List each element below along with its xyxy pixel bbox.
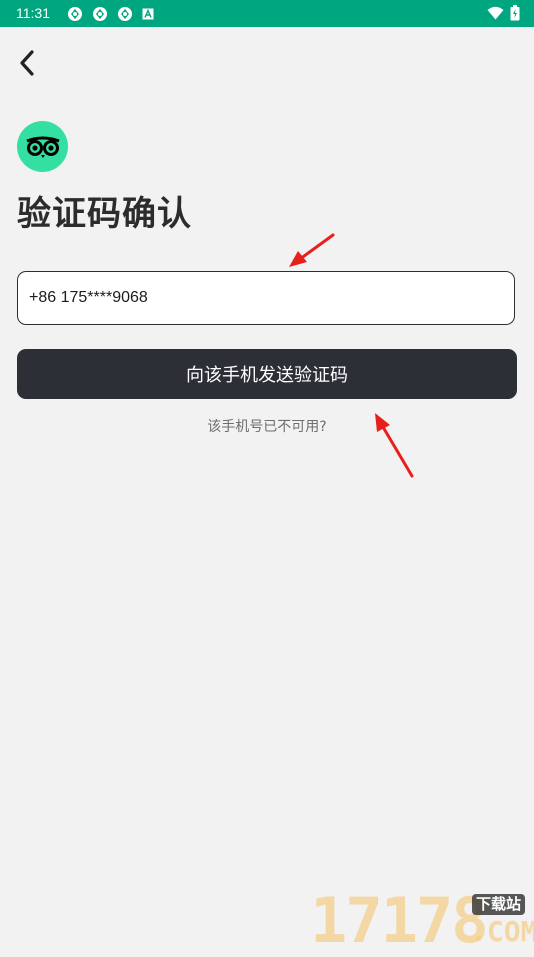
a-badge-icon bbox=[142, 8, 154, 19]
status-bar: 11:31 bbox=[0, 0, 534, 27]
send-code-button[interactable]: 向该手机发送验证码 bbox=[17, 349, 517, 399]
app-logo bbox=[17, 121, 68, 172]
battery-icon bbox=[510, 5, 520, 21]
phone-number-value: +86 175****9068 bbox=[29, 289, 148, 306]
back-button[interactable] bbox=[10, 46, 44, 80]
watermark-suffix: .COM bbox=[470, 915, 534, 948]
status-notification-icons bbox=[67, 6, 154, 21]
owl-eyes-icon bbox=[25, 136, 60, 158]
phone-number-field[interactable]: +86 175****9068 bbox=[17, 271, 515, 325]
status-time: 11:31 bbox=[16, 5, 50, 21]
phone-unavailable-link[interactable]: 该手机号已不可用? bbox=[0, 416, 534, 438]
sync-icon bbox=[68, 6, 82, 21]
sync-icon bbox=[118, 6, 132, 21]
annotation-arrows bbox=[289, 233, 414, 478]
site-watermark: 17178 下载站 .COM bbox=[310, 884, 534, 957]
status-system-icons bbox=[487, 5, 520, 21]
wifi-icon bbox=[487, 6, 504, 20]
watermark-number: 17178 bbox=[310, 884, 489, 957]
sync-icon bbox=[93, 6, 107, 21]
watermark-tag: 下载站 bbox=[472, 894, 526, 915]
annotation-arrow-top bbox=[289, 233, 335, 267]
page-title: 验证码确认 bbox=[17, 194, 192, 234]
send-code-button-label: 向该手机发送验证码 bbox=[186, 365, 348, 386]
chevron-left-icon bbox=[20, 50, 34, 76]
